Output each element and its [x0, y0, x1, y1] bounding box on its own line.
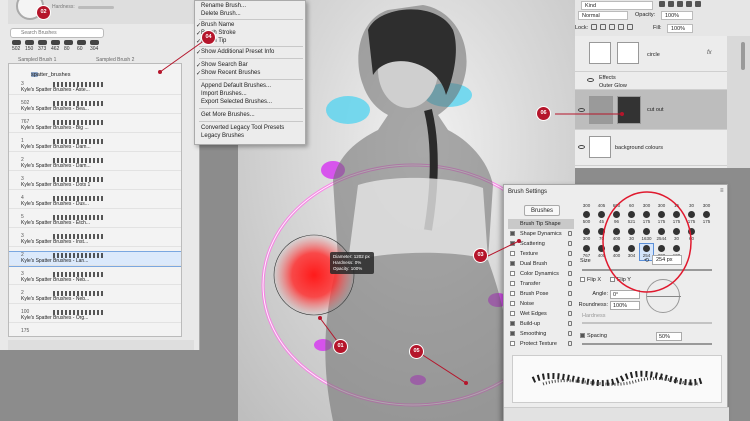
- callout-line-05: [417, 351, 467, 384]
- callout-line-03: [487, 240, 520, 257]
- highlight-circle-brush-tips: [602, 191, 692, 293]
- callout-dot-06: [620, 112, 624, 116]
- callout-line-04: [159, 39, 206, 73]
- callout-badge-06: 06: [537, 107, 550, 120]
- callout-badge-03: 03: [474, 249, 487, 262]
- callout-badge-05: 05: [410, 345, 423, 358]
- photoshop-workspace: Diameter: 1202 px Hardness: 0% Opacity: …: [0, 0, 750, 421]
- callout-dot-05: [464, 381, 468, 385]
- callout-badge-02: 02: [37, 6, 50, 19]
- callout-overlay: [158, 39, 692, 385]
- callout-dot-01: [318, 316, 322, 320]
- callout-dot-03: [517, 239, 521, 243]
- callout-badge-01: 01: [334, 340, 347, 353]
- callout-badge-04: 04: [202, 31, 215, 44]
- callout-dot-04: [158, 70, 162, 74]
